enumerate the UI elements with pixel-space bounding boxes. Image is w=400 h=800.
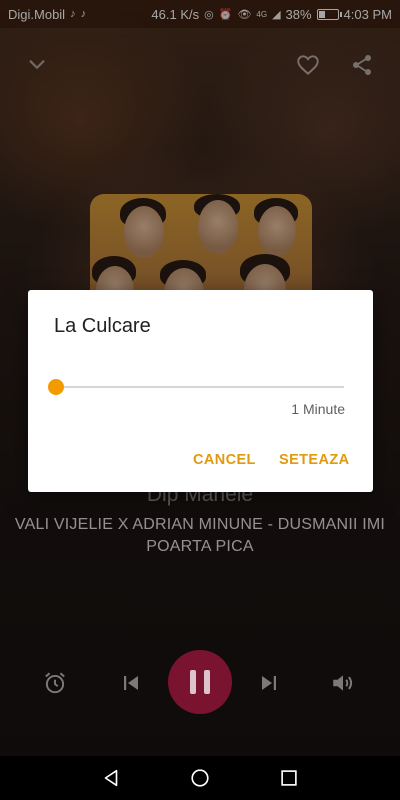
system-navigation-bar bbox=[0, 756, 400, 800]
track-title: VALI VIJELIE X ADRIAN MINUNE - DUSMANII … bbox=[14, 516, 386, 555]
cancel-button[interactable]: CANCEL bbox=[193, 452, 256, 468]
sleep-timer-dialog: La Culcare 1 Minute CANCEL SETEAZA bbox=[28, 290, 373, 492]
nav-recents-button[interactable] bbox=[275, 764, 303, 792]
circle-home-icon bbox=[191, 769, 209, 787]
skip-previous-icon bbox=[124, 676, 138, 690]
dialog-title: La Culcare bbox=[54, 315, 151, 337]
square-recents-icon bbox=[281, 770, 297, 786]
alarm-clock-icon bbox=[45, 672, 65, 694]
sleep-timer-button[interactable] bbox=[40, 668, 70, 698]
sleep-timer-slider[interactable] bbox=[48, 379, 344, 395]
volume-icon bbox=[333, 675, 353, 691]
nav-home-button[interactable] bbox=[186, 764, 214, 792]
pause-icon bbox=[186, 670, 214, 694]
playback-controls bbox=[0, 650, 400, 716]
pause-button[interactable] bbox=[168, 650, 232, 714]
skip-next-icon bbox=[262, 676, 276, 690]
slider-value-label: 1 Minute bbox=[291, 401, 345, 417]
nav-back-button[interactable] bbox=[97, 764, 125, 792]
previous-button[interactable] bbox=[116, 668, 146, 698]
slider-thumb[interactable] bbox=[48, 379, 64, 395]
confirm-button[interactable]: SETEAZA bbox=[279, 452, 349, 468]
next-button[interactable] bbox=[254, 668, 284, 698]
volume-button[interactable] bbox=[328, 668, 358, 698]
triangle-back-icon bbox=[104, 769, 118, 787]
